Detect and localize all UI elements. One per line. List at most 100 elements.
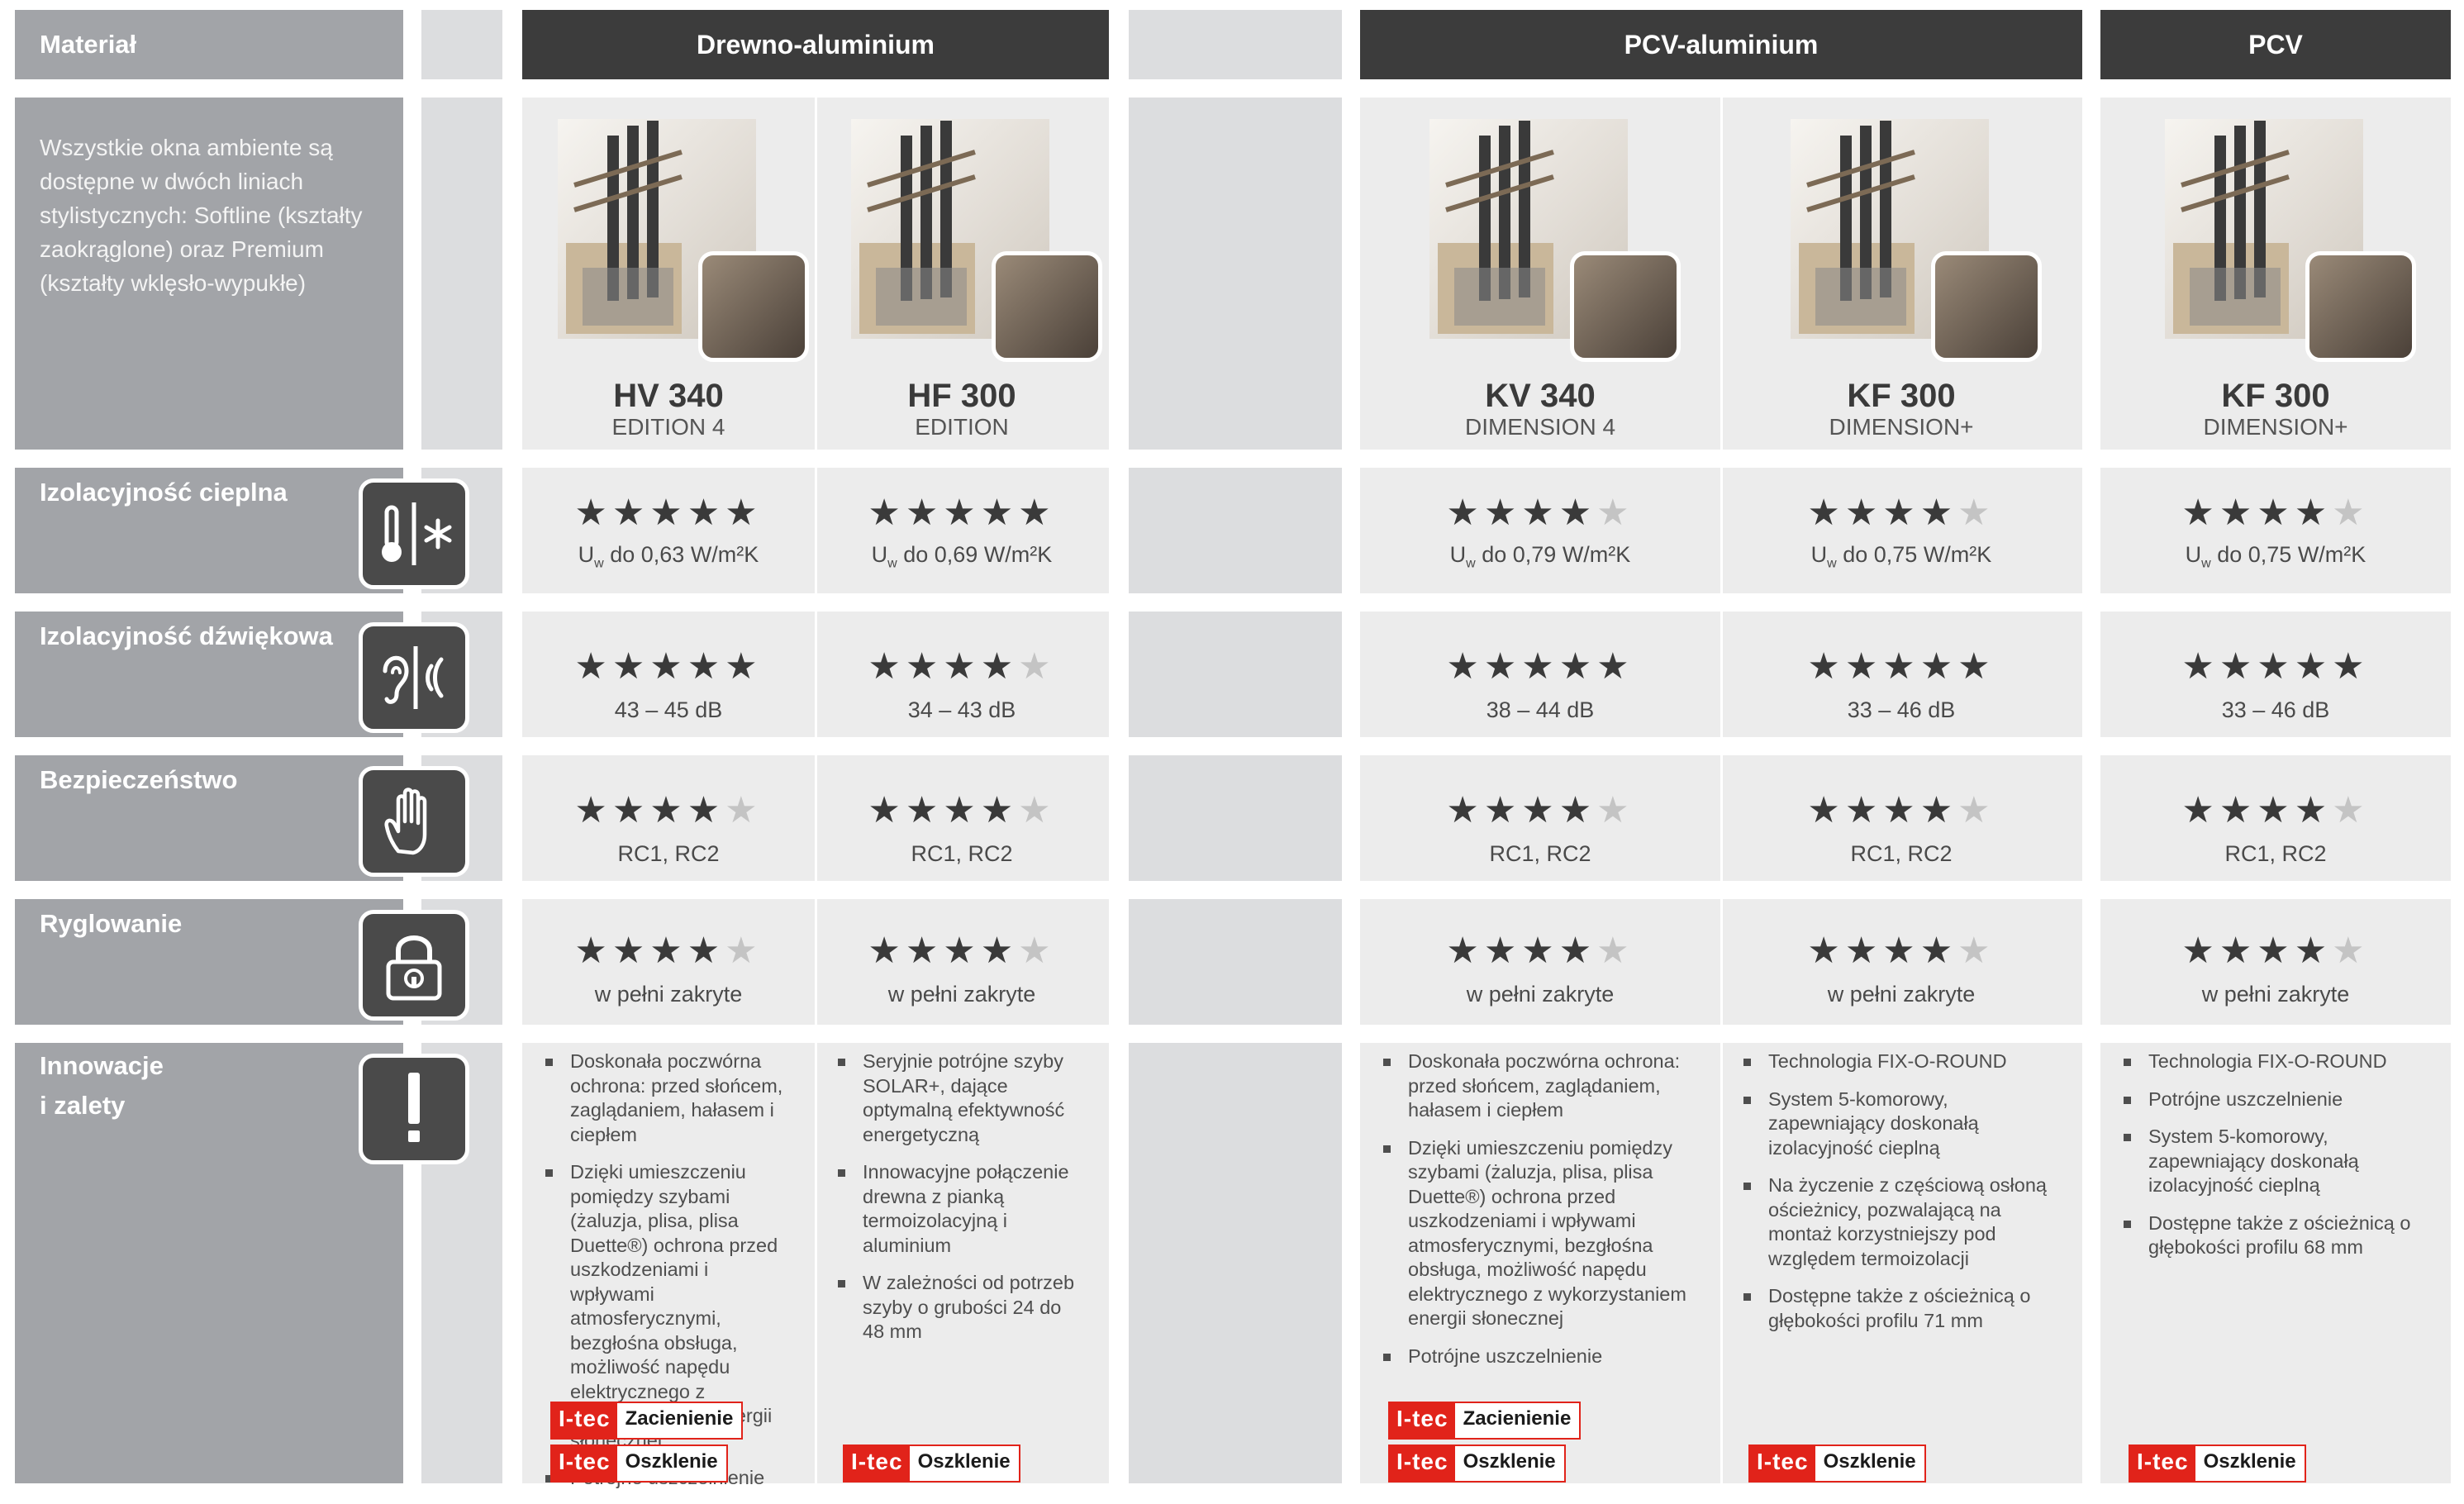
star-filled-icon: ★ [943,790,981,831]
star-filled-icon: ★ [2219,930,2257,971]
itec-logo: I-tec [552,1446,617,1481]
star-filled-icon: ★ [2332,646,2370,687]
acoustic-stars: ★★★★★ [522,646,815,688]
star-empty-icon: ★ [725,930,763,971]
thermometer-snowflake-icon [359,478,469,589]
innovation-item: Doskonała poczwórna ochrona: przed słońc… [1380,1049,1694,1123]
locking-cell: ★★★★★ w pełni zakryte [1360,899,1720,1025]
star-filled-icon: ★ [1882,930,1920,971]
u-symbol: U [1449,542,1467,567]
window-profile-detail-image [2305,251,2416,362]
product-card: KV 340 DIMENSION 4 [1360,98,1720,450]
security-cell: ★★★★★ RC1, RC2 [522,755,815,881]
star-filled-icon: ★ [1558,790,1597,831]
thermal-cell: ★★★★★ Uw do 0,75 W/m²K [2100,468,2451,593]
acoustic-stars: ★★★★★ [815,646,1109,688]
star-filled-icon: ★ [1882,790,1920,831]
security-cell: ★★★★★ RC1, RC2 [1360,755,1720,881]
itec-logo: I-tec [2130,1446,2195,1481]
star-filled-icon: ★ [1882,646,1920,687]
star-filled-icon: ★ [649,930,687,971]
star-filled-icon: ★ [2257,646,2295,687]
innovation-item: W zależności od potrzeb szyby o grubości… [835,1271,1082,1345]
thermal-stars: ★★★★★ [1720,493,2082,534]
itec-badge: I-tec Oszklenie [550,1445,728,1483]
star-filled-icon: ★ [611,930,650,971]
product-card: HF 300 EDITION [815,98,1109,450]
badge-label: Oszklenie [1463,1450,1556,1473]
star-filled-icon: ★ [687,790,725,831]
acoustic-label: Izolacyjność dźwiękowa [40,621,333,650]
star-filled-icon: ★ [1483,646,1522,687]
star-filled-icon: ★ [1521,646,1559,687]
security-stars: ★★★★★ [2100,790,2451,831]
innovation-item: Technologia FIX-O-ROUND [1740,1049,2056,1074]
innovations-cell: Doskonała poczwórna ochrona: przed słońc… [1360,1043,1720,1483]
star-empty-icon: ★ [2332,790,2370,831]
locking-value: w pełni zakryte [1827,982,1976,1007]
star-filled-icon: ★ [1919,790,1958,831]
star-filled-icon: ★ [1844,930,1883,971]
acoustic-cell: ★★★★★ 33 – 46 dB [1720,612,2082,737]
locking-cell: ★★★★★ w pełni zakryte [815,899,1109,1025]
innovations-list: Doskonała poczwórna ochrona: przed słońc… [1380,1049,1694,1382]
u-symbol: U [578,542,595,567]
row-label-acoustic: Izolacyjność dźwiękowa [15,612,403,737]
star-filled-icon: ★ [1446,646,1484,687]
star-filled-icon: ★ [1844,493,1883,533]
innovations-cell: Technologia FIX-O-ROUND System 5-komorowy… [1720,1043,2082,1483]
itec-badge: I-tec Zacienienie [550,1402,744,1440]
innovation-item: Innowacyjne połączenie drewna z pianką t… [835,1160,1082,1258]
star-filled-icon: ★ [1446,930,1484,971]
star-filled-icon: ★ [868,790,906,831]
intro-text: Wszystkie okna ambiente są dostępne w dw… [40,135,363,296]
window-profile-detail-image [1931,251,2042,362]
material-label: Materiał [40,30,137,59]
itec-badge: I-tec Zacienienie [1388,1402,1582,1440]
star-filled-icon: ★ [1558,646,1597,687]
innovation-item: Na życzenie z częściową osłoną ościeżnic… [1740,1173,2056,1271]
star-empty-icon: ★ [1018,930,1056,971]
innovations-label-line2: i zalety [40,1091,126,1120]
star-filled-icon: ★ [980,493,1019,533]
star-filled-icon: ★ [574,930,612,971]
locking-value: w pełni zakryte [887,982,1036,1007]
star-filled-icon: ★ [2181,790,2219,831]
star-filled-icon: ★ [943,930,981,971]
star-filled-icon: ★ [2219,493,2257,533]
star-filled-icon: ★ [1807,790,1845,831]
star-filled-icon: ★ [2257,790,2295,831]
star-filled-icon: ★ [687,646,725,687]
star-empty-icon: ★ [1957,790,1995,831]
star-empty-icon: ★ [725,790,763,831]
star-filled-icon: ★ [1558,930,1597,971]
star-filled-icon: ★ [1521,790,1559,831]
star-filled-icon: ★ [649,493,687,533]
star-filled-icon: ★ [2257,493,2295,533]
product-card: KF 300 DIMENSION+ [2100,98,2451,450]
star-filled-icon: ★ [1882,493,1920,533]
group-header-wood-aluminium: Drewno-aluminium [522,10,1109,79]
security-stars: ★★★★★ [522,790,815,831]
material-header: Materiał [15,10,403,79]
star-empty-icon: ★ [1957,930,1995,971]
innovations-cell: Seryjnie potrójne szyby SOLAR+, dające o… [815,1043,1109,1483]
locking-cell: ★★★★★ w pełni zakryte [522,899,815,1025]
thermal-cell: ★★★★★ Uw do 0,79 W/m²K [1360,468,1720,593]
product-card: KF 300 DIMENSION+ [1720,98,2082,450]
star-filled-icon: ★ [725,646,763,687]
product-edition: DIMENSION 4 [1464,414,1616,440]
locking-stars: ★★★★★ [815,930,1109,972]
icon-column-intro [421,98,502,450]
gap-column-security [1129,755,1342,881]
u-value-text: do 0,75 W/m²K [1836,542,1992,567]
star-filled-icon: ★ [905,790,944,831]
acoustic-cell: ★★★★★ 43 – 45 dB [522,612,815,737]
acoustic-cell: ★★★★★ 34 – 43 dB [815,612,1109,737]
locking-label: Ryglowanie [40,909,183,938]
star-filled-icon: ★ [1446,493,1484,533]
acoustic-value: 38 – 44 dB [1486,697,1595,722]
thermal-stars: ★★★★★ [522,493,815,534]
u-value-text: do 0,63 W/m²K [603,542,759,567]
star-filled-icon: ★ [2181,646,2219,687]
